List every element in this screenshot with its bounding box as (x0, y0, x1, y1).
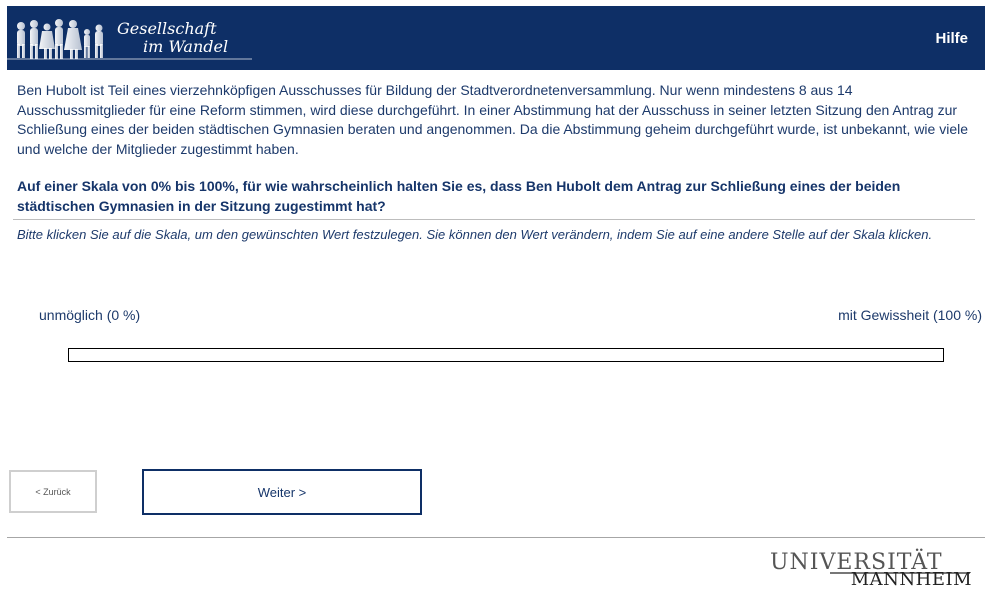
uni-logo-line-2: MANNHEIM (850, 569, 972, 590)
instruction-text: Bitte klicken Sie auf die Skala, um den … (17, 227, 933, 242)
logo-line-2: im Wandel (143, 37, 229, 56)
question-divider (13, 219, 975, 220)
back-button[interactable]: < Zurück (9, 470, 97, 513)
footer-divider (7, 537, 985, 538)
scale-min-label: unmöglich (0 %) (39, 307, 141, 323)
site-logo-text: Gesellschaft im Wandel (117, 20, 228, 56)
question-text: Auf einer Skala von 0% bis 100%, für wie… (17, 178, 901, 214)
logo-line-1: Gesellschaft (117, 19, 217, 38)
scale-max-label: mit Gewissheit (100 %) (838, 307, 982, 323)
probability-scale-slider[interactable] (68, 348, 944, 362)
help-link[interactable]: Hilfe (935, 30, 968, 47)
university-mannheim-logo: UNIVERSITÄT MANNHEIM (770, 551, 972, 591)
header-banner: Gesellschaft im Wandel Hilfe (7, 6, 985, 70)
next-button[interactable]: Weiter > (142, 469, 422, 515)
intro-text: Ben Hubolt ist Teil eines vierzehnköpfig… (17, 82, 969, 157)
